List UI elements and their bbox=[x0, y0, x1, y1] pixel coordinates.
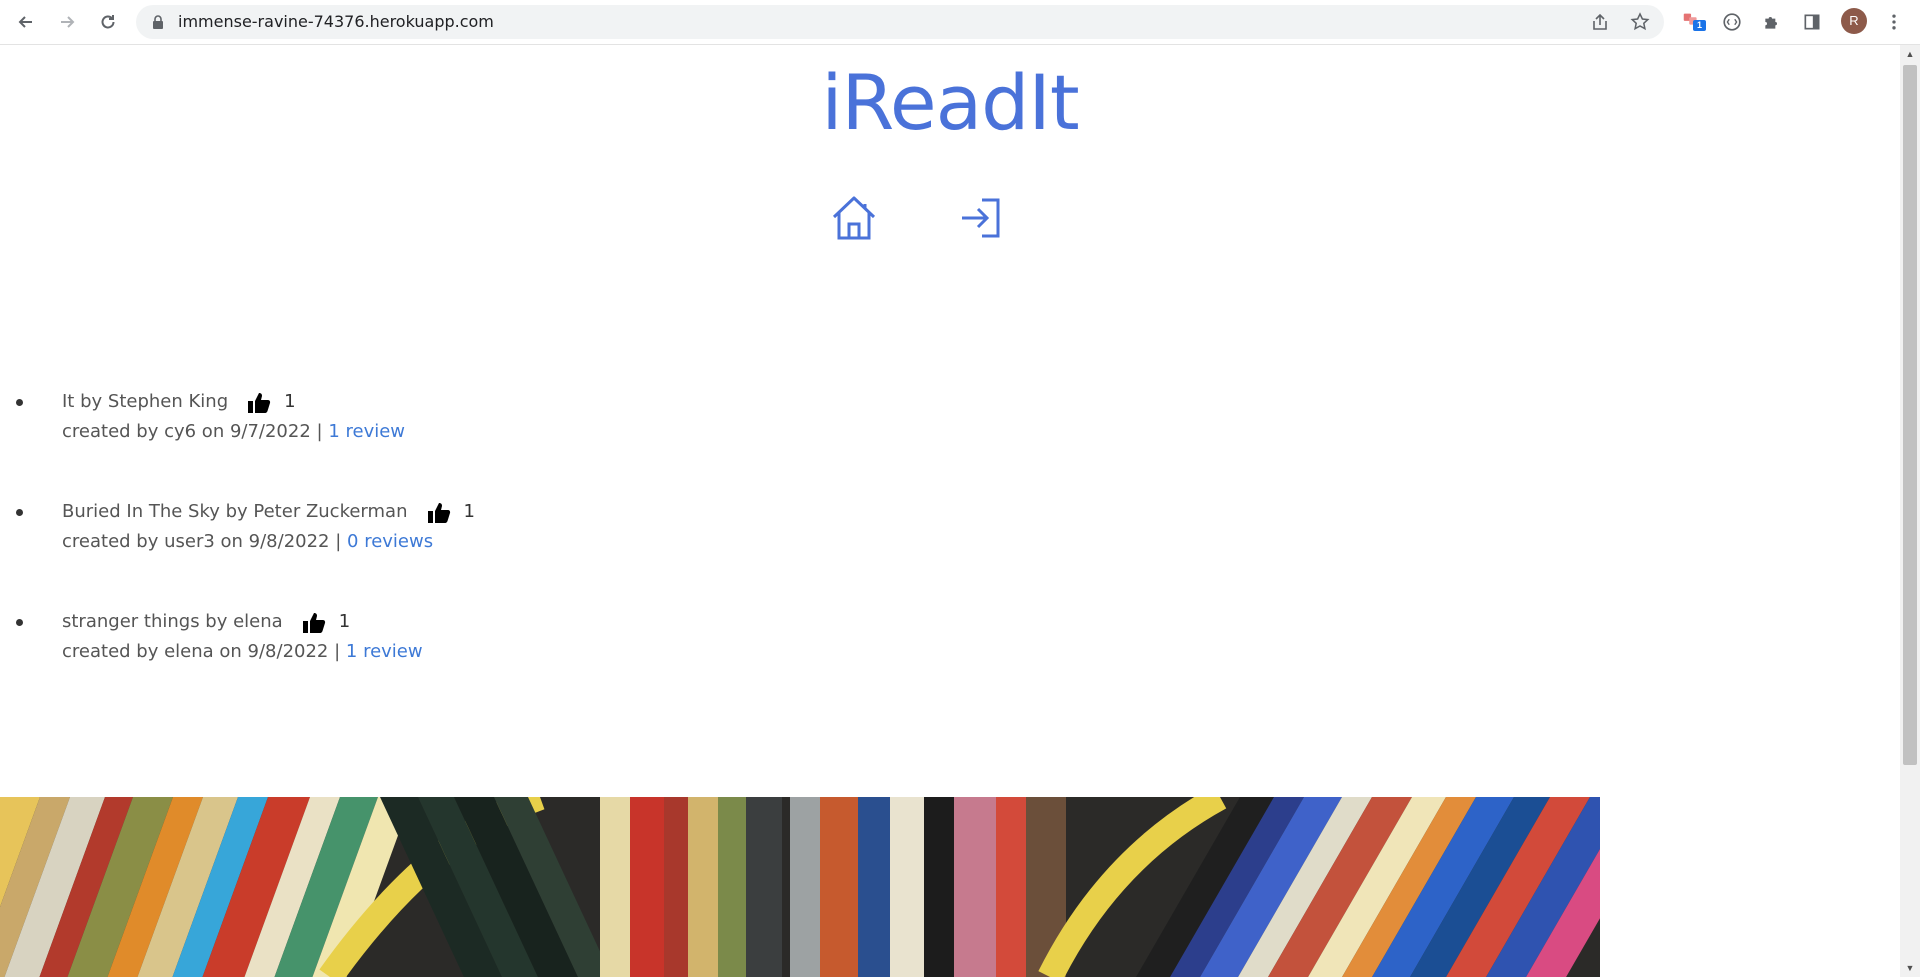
book-title[interactable]: stranger things by elena bbox=[62, 607, 283, 637]
site-title: iReadIt bbox=[821, 58, 1079, 147]
book-meta: created by elena on 9/8/2022 | bbox=[62, 641, 346, 662]
bullet bbox=[16, 619, 23, 626]
reviews-link[interactable]: 1 review bbox=[346, 641, 423, 662]
like-count: 1 bbox=[284, 391, 296, 412]
url-text[interactable]: immense-ravine-74376.herokuapp.com bbox=[178, 5, 494, 39]
reload-icon[interactable] bbox=[94, 8, 122, 36]
list-item: Buried In The Sky by Peter Zuckerman 1 c… bbox=[0, 497, 475, 607]
login-icon[interactable] bbox=[954, 192, 1006, 244]
book-meta: created by cy6 on 9/7/2022 | bbox=[62, 421, 329, 442]
star-icon[interactable] bbox=[1630, 12, 1650, 32]
share-icon[interactable] bbox=[1590, 12, 1610, 32]
page-viewport: iReadIt It by Stephen King 1 created by … bbox=[0, 45, 1900, 977]
thumbs-up-icon[interactable] bbox=[426, 499, 452, 525]
lock-icon[interactable] bbox=[150, 14, 166, 30]
like-count: 1 bbox=[338, 611, 351, 632]
book-meta: created by user3 on 9/8/2022 | bbox=[62, 531, 348, 552]
scroll-up-arrow-icon[interactable]: ▲ bbox=[1903, 48, 1917, 60]
scrollbar-thumb[interactable] bbox=[1903, 65, 1917, 765]
kebab-menu-icon[interactable] bbox=[1882, 10, 1906, 34]
extension-icon[interactable]: 1 bbox=[1680, 8, 1706, 32]
address-bar[interactable]: immense-ravine-74376.herokuapp.com bbox=[136, 5, 1664, 39]
back-arrow-icon[interactable] bbox=[12, 8, 40, 36]
list-item: stranger things by elena 1 created by el… bbox=[0, 607, 475, 717]
forward-arrow-icon[interactable] bbox=[53, 8, 81, 36]
browser-toolbar: immense-ravine-74376.herokuapp.com 1 R bbox=[0, 0, 1920, 45]
devtools-icon[interactable] bbox=[1720, 10, 1744, 34]
bullet bbox=[16, 399, 23, 406]
book-title[interactable]: It by Stephen King bbox=[62, 387, 228, 417]
scroll-down-arrow-icon[interactable]: ▼ bbox=[1903, 962, 1917, 974]
thumbs-up-icon[interactable] bbox=[246, 389, 272, 415]
puzzle-icon[interactable] bbox=[1760, 10, 1784, 34]
thumbs-up-icon[interactable] bbox=[301, 609, 327, 635]
home-icon[interactable] bbox=[828, 192, 880, 244]
bullet bbox=[16, 509, 23, 516]
list-item: It by Stephen King 1 created by cy6 on 9… bbox=[0, 387, 475, 497]
like-count: 1 bbox=[463, 501, 475, 522]
book-list: It by Stephen King 1 created by cy6 on 9… bbox=[0, 387, 475, 717]
extension-badge: 1 bbox=[1693, 20, 1706, 31]
reviews-link[interactable]: 1 review bbox=[328, 421, 405, 442]
reviews-link[interactable]: 0 reviews bbox=[347, 531, 433, 552]
bookshelf-banner-image bbox=[0, 797, 1600, 977]
side-panel-icon[interactable] bbox=[1800, 10, 1824, 34]
book-title[interactable]: Buried In The Sky by Peter Zuckerman bbox=[62, 497, 408, 527]
profile-avatar[interactable]: R bbox=[1841, 8, 1867, 34]
